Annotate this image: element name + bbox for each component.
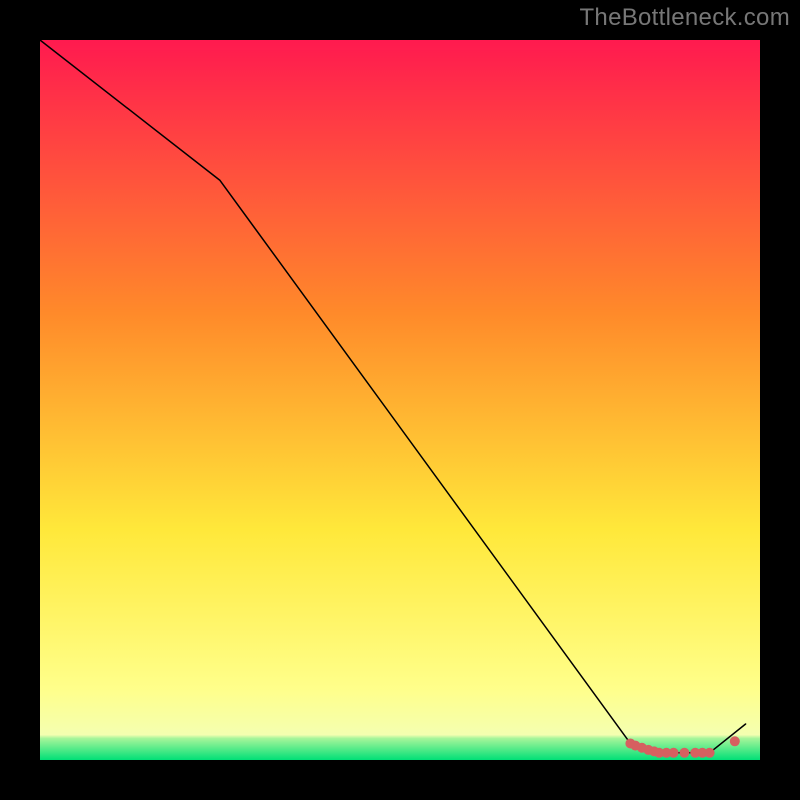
highlight-point	[730, 736, 740, 746]
chart-background	[40, 40, 760, 760]
highlight-point	[669, 748, 679, 758]
highlight-point	[705, 748, 715, 758]
chart-stage: TheBottleneck.com	[0, 0, 800, 800]
watermark-text: TheBottleneck.com	[579, 4, 790, 32]
highlight-point	[679, 748, 689, 758]
bottleneck-chart	[40, 40, 760, 760]
